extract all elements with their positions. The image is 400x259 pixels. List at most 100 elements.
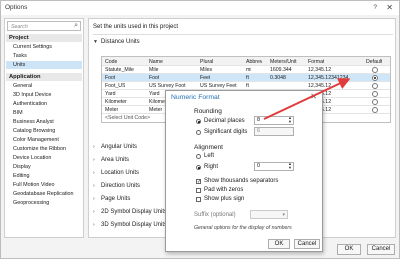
col-meters[interactable]: Meters/Unit <box>270 59 297 65</box>
ok-button[interactable]: OK <box>337 244 361 255</box>
group-project[interactable]: Project <box>6 34 82 42</box>
cell-plural: US Survey Feet <box>200 83 237 89</box>
section-page-units[interactable]: › Page Units <box>93 196 130 202</box>
cell-code: Statute_Mile <box>105 67 134 73</box>
help-button[interactable]: ? <box>373 4 377 11</box>
section-location-units[interactable]: › Location Units <box>93 170 139 176</box>
nav-item-customize-ribbon[interactable]: Customize the Ribbon <box>6 145 82 153</box>
significant-digits-label: Significant digits <box>204 129 248 135</box>
chevron-right-icon: › <box>93 222 95 228</box>
dialog-cancel-button[interactable]: Cancel <box>294 239 320 249</box>
align-left-label: Left <box>204 153 215 159</box>
default-radio[interactable] <box>372 99 378 105</box>
cell-name: Meter <box>149 107 163 113</box>
cell-name: Mile <box>149 67 159 73</box>
dialog-close-button[interactable]: ✕ <box>310 92 317 101</box>
cell-format[interactable]: 12,345.12341234 <box>308 75 348 81</box>
chevron-right-icon: › <box>93 170 95 176</box>
section-direction-units[interactable]: › Direction Units <box>93 183 140 189</box>
nav-item-current-settings[interactable]: Current Settings <box>6 43 82 51</box>
cell-meters: 0.3048 <box>270 75 286 81</box>
show-plus-checkbox[interactable] <box>196 197 201 202</box>
nav-item-tasks[interactable]: Tasks <box>6 52 82 60</box>
col-abbrev[interactable]: Abbrev <box>246 59 262 65</box>
cell-abbrev: mi <box>246 67 252 73</box>
col-format[interactable]: Format <box>308 59 324 65</box>
rounding-heading: Rounding <box>194 108 222 115</box>
nav-item-bim[interactable]: BIM <box>6 109 82 117</box>
close-window-button[interactable]: ✕ <box>386 3 393 12</box>
cell-code: Foot_US <box>105 83 126 89</box>
significant-digits-value: 6 <box>257 128 261 134</box>
nav-item-geoprocessing[interactable]: Geoprocessing <box>6 199 82 207</box>
align-right-label: Right <box>204 164 219 170</box>
decimal-places-stepper[interactable]: 8 ▲ ▼ <box>254 116 294 125</box>
alignment-width-stepper[interactable]: 0 ▲ ▼ <box>254 162 294 171</box>
divider <box>93 34 393 35</box>
col-name[interactable]: Name <box>149 59 163 65</box>
add-unit-placeholder[interactable]: <Select Unit Code> <box>105 115 150 121</box>
decimal-places-radio[interactable] <box>196 119 201 124</box>
nav-item-authentication[interactable]: Authentication <box>6 100 82 108</box>
significant-digits-radio[interactable] <box>196 130 201 135</box>
significant-digits-stepper[interactable]: 6 <box>254 127 294 136</box>
table-row[interactable]: Foot Foot Feet ft 0.3048 12,345.12341234 <box>102 74 390 82</box>
cell-name: US Survey Foot <box>149 83 186 89</box>
nav-item-catalog-browsing[interactable]: Catalog Browsing <box>6 127 82 135</box>
table-row[interactable]: Statute_Mile Mile Miles mi 1609.344 12,3… <box>102 66 390 74</box>
table-row[interactable]: Foot_US US Survey Foot US Survey Feet ft… <box>102 82 390 90</box>
pad-zeros-label: Pad with zeros <box>204 187 244 193</box>
decimal-places-value: 8 <box>257 117 261 123</box>
section-label: Area Units <box>101 157 130 163</box>
nav-item-geodatabase-replication[interactable]: Geodatabase Replication <box>6 190 82 198</box>
chevron-down-icon: ▾ <box>282 212 285 218</box>
pad-zeros-checkbox[interactable] <box>196 188 201 193</box>
alignment-heading: Alignment <box>194 144 223 151</box>
search-input[interactable]: Search ⌕ <box>7 21 81 31</box>
section-2d-symbol-units[interactable]: › 2D Symbol Display Units <box>93 209 167 215</box>
dialog-hint: General options for the display of numbe… <box>194 225 292 231</box>
cell-format[interactable]: 12,345.12 <box>308 67 331 73</box>
show-thousands-checkbox[interactable]: ✓ <box>196 179 201 185</box>
nav-item-units[interactable]: Units <box>6 61 82 69</box>
nav-item-business-analyst[interactable]: Business Analyst <box>6 118 82 126</box>
cell-meters: 1609.344 <box>270 67 292 73</box>
suffix-select[interactable]: ▾ <box>250 210 288 219</box>
stepper-arrows-icon[interactable]: ▲ ▼ <box>288 116 292 124</box>
cell-code: Yard <box>105 91 116 97</box>
section-distance-units[interactable]: ▼ Distance Units <box>93 39 140 45</box>
section-area-units[interactable]: › Area Units <box>93 157 129 163</box>
align-right-radio[interactable] <box>196 165 201 170</box>
options-sidebar: Search ⌕ Project Current Settings Tasks … <box>4 18 84 238</box>
search-placeholder: Search <box>11 24 28 30</box>
alignment-width-value: 0 <box>257 163 261 169</box>
default-radio[interactable] <box>372 107 378 113</box>
cell-format[interactable]: 12,345.12 <box>308 83 331 89</box>
default-radio[interactable] <box>372 75 378 81</box>
nav-item-3d-input-device[interactable]: 3D Input Device <box>6 91 82 99</box>
section-label: 2D Symbol Display Units <box>101 209 168 215</box>
nav-item-general[interactable]: General <box>6 82 82 90</box>
default-radio[interactable] <box>372 67 378 73</box>
page-heading: Set the units used in this project <box>93 24 179 30</box>
col-code[interactable]: Code <box>105 59 117 65</box>
stepper-arrows-icon[interactable]: ▲ ▼ <box>288 162 292 170</box>
chevron-right-icon: › <box>93 209 95 215</box>
search-icon[interactable]: ⌕ <box>74 22 78 30</box>
section-angular-units[interactable]: › Angular Units <box>93 144 137 150</box>
nav-item-display[interactable]: Display <box>6 163 82 171</box>
default-radio[interactable] <box>372 91 378 97</box>
nav-item-device-location[interactable]: Device Location <box>6 154 82 162</box>
dialog-ok-button[interactable]: OK <box>268 239 290 249</box>
section-3d-symbol-units[interactable]: › 3D Symbol Display Units <box>93 222 167 228</box>
group-application[interactable]: Application <box>6 73 82 81</box>
nav-item-full-motion-video[interactable]: Full Motion Video <box>6 181 82 189</box>
col-default[interactable]: Default <box>366 59 382 65</box>
show-plus-label: Show plus sign <box>204 196 245 202</box>
cancel-button[interactable]: Cancel <box>367 244 395 255</box>
align-left-radio[interactable] <box>196 154 201 159</box>
default-radio[interactable] <box>372 83 378 89</box>
nav-item-color-management[interactable]: Color Management <box>6 136 82 144</box>
nav-item-editing[interactable]: Editing <box>6 172 82 180</box>
col-plural[interactable]: Plural <box>200 59 213 65</box>
